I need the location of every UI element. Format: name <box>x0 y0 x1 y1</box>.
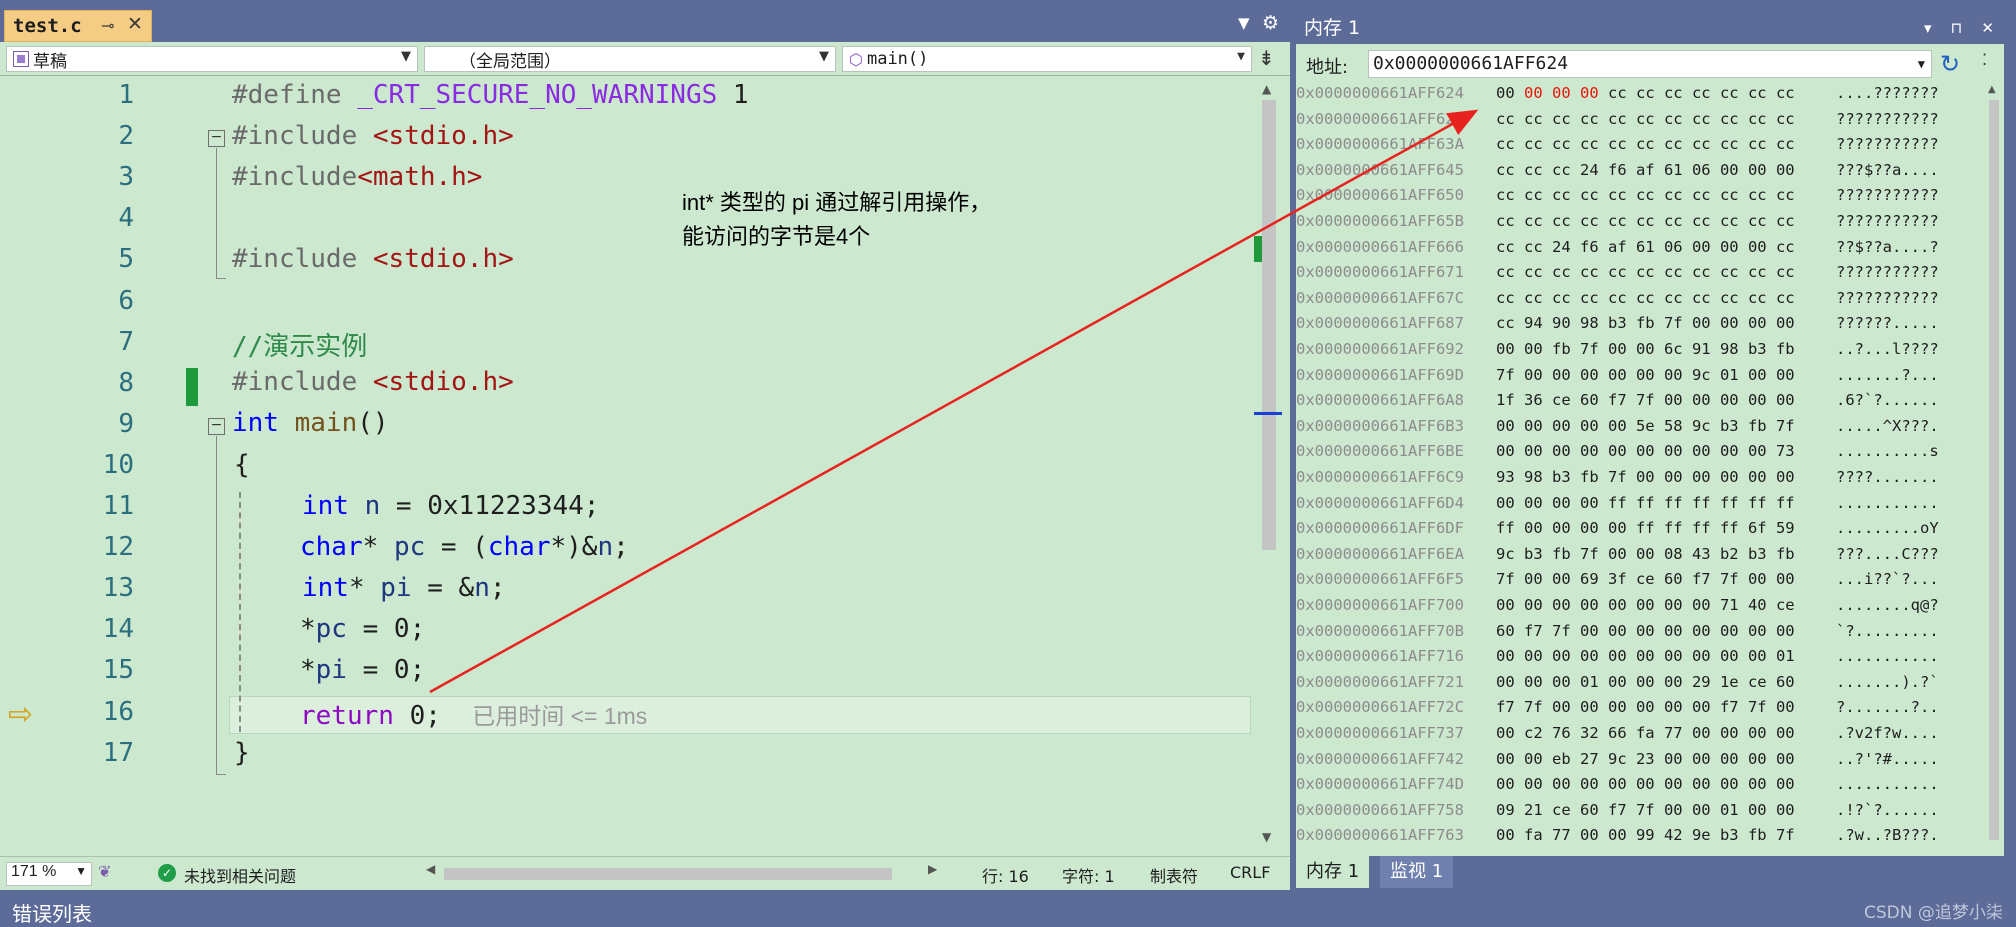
annotation-arrow <box>429 109 1479 694</box>
arrow-line <box>429 109 1479 694</box>
